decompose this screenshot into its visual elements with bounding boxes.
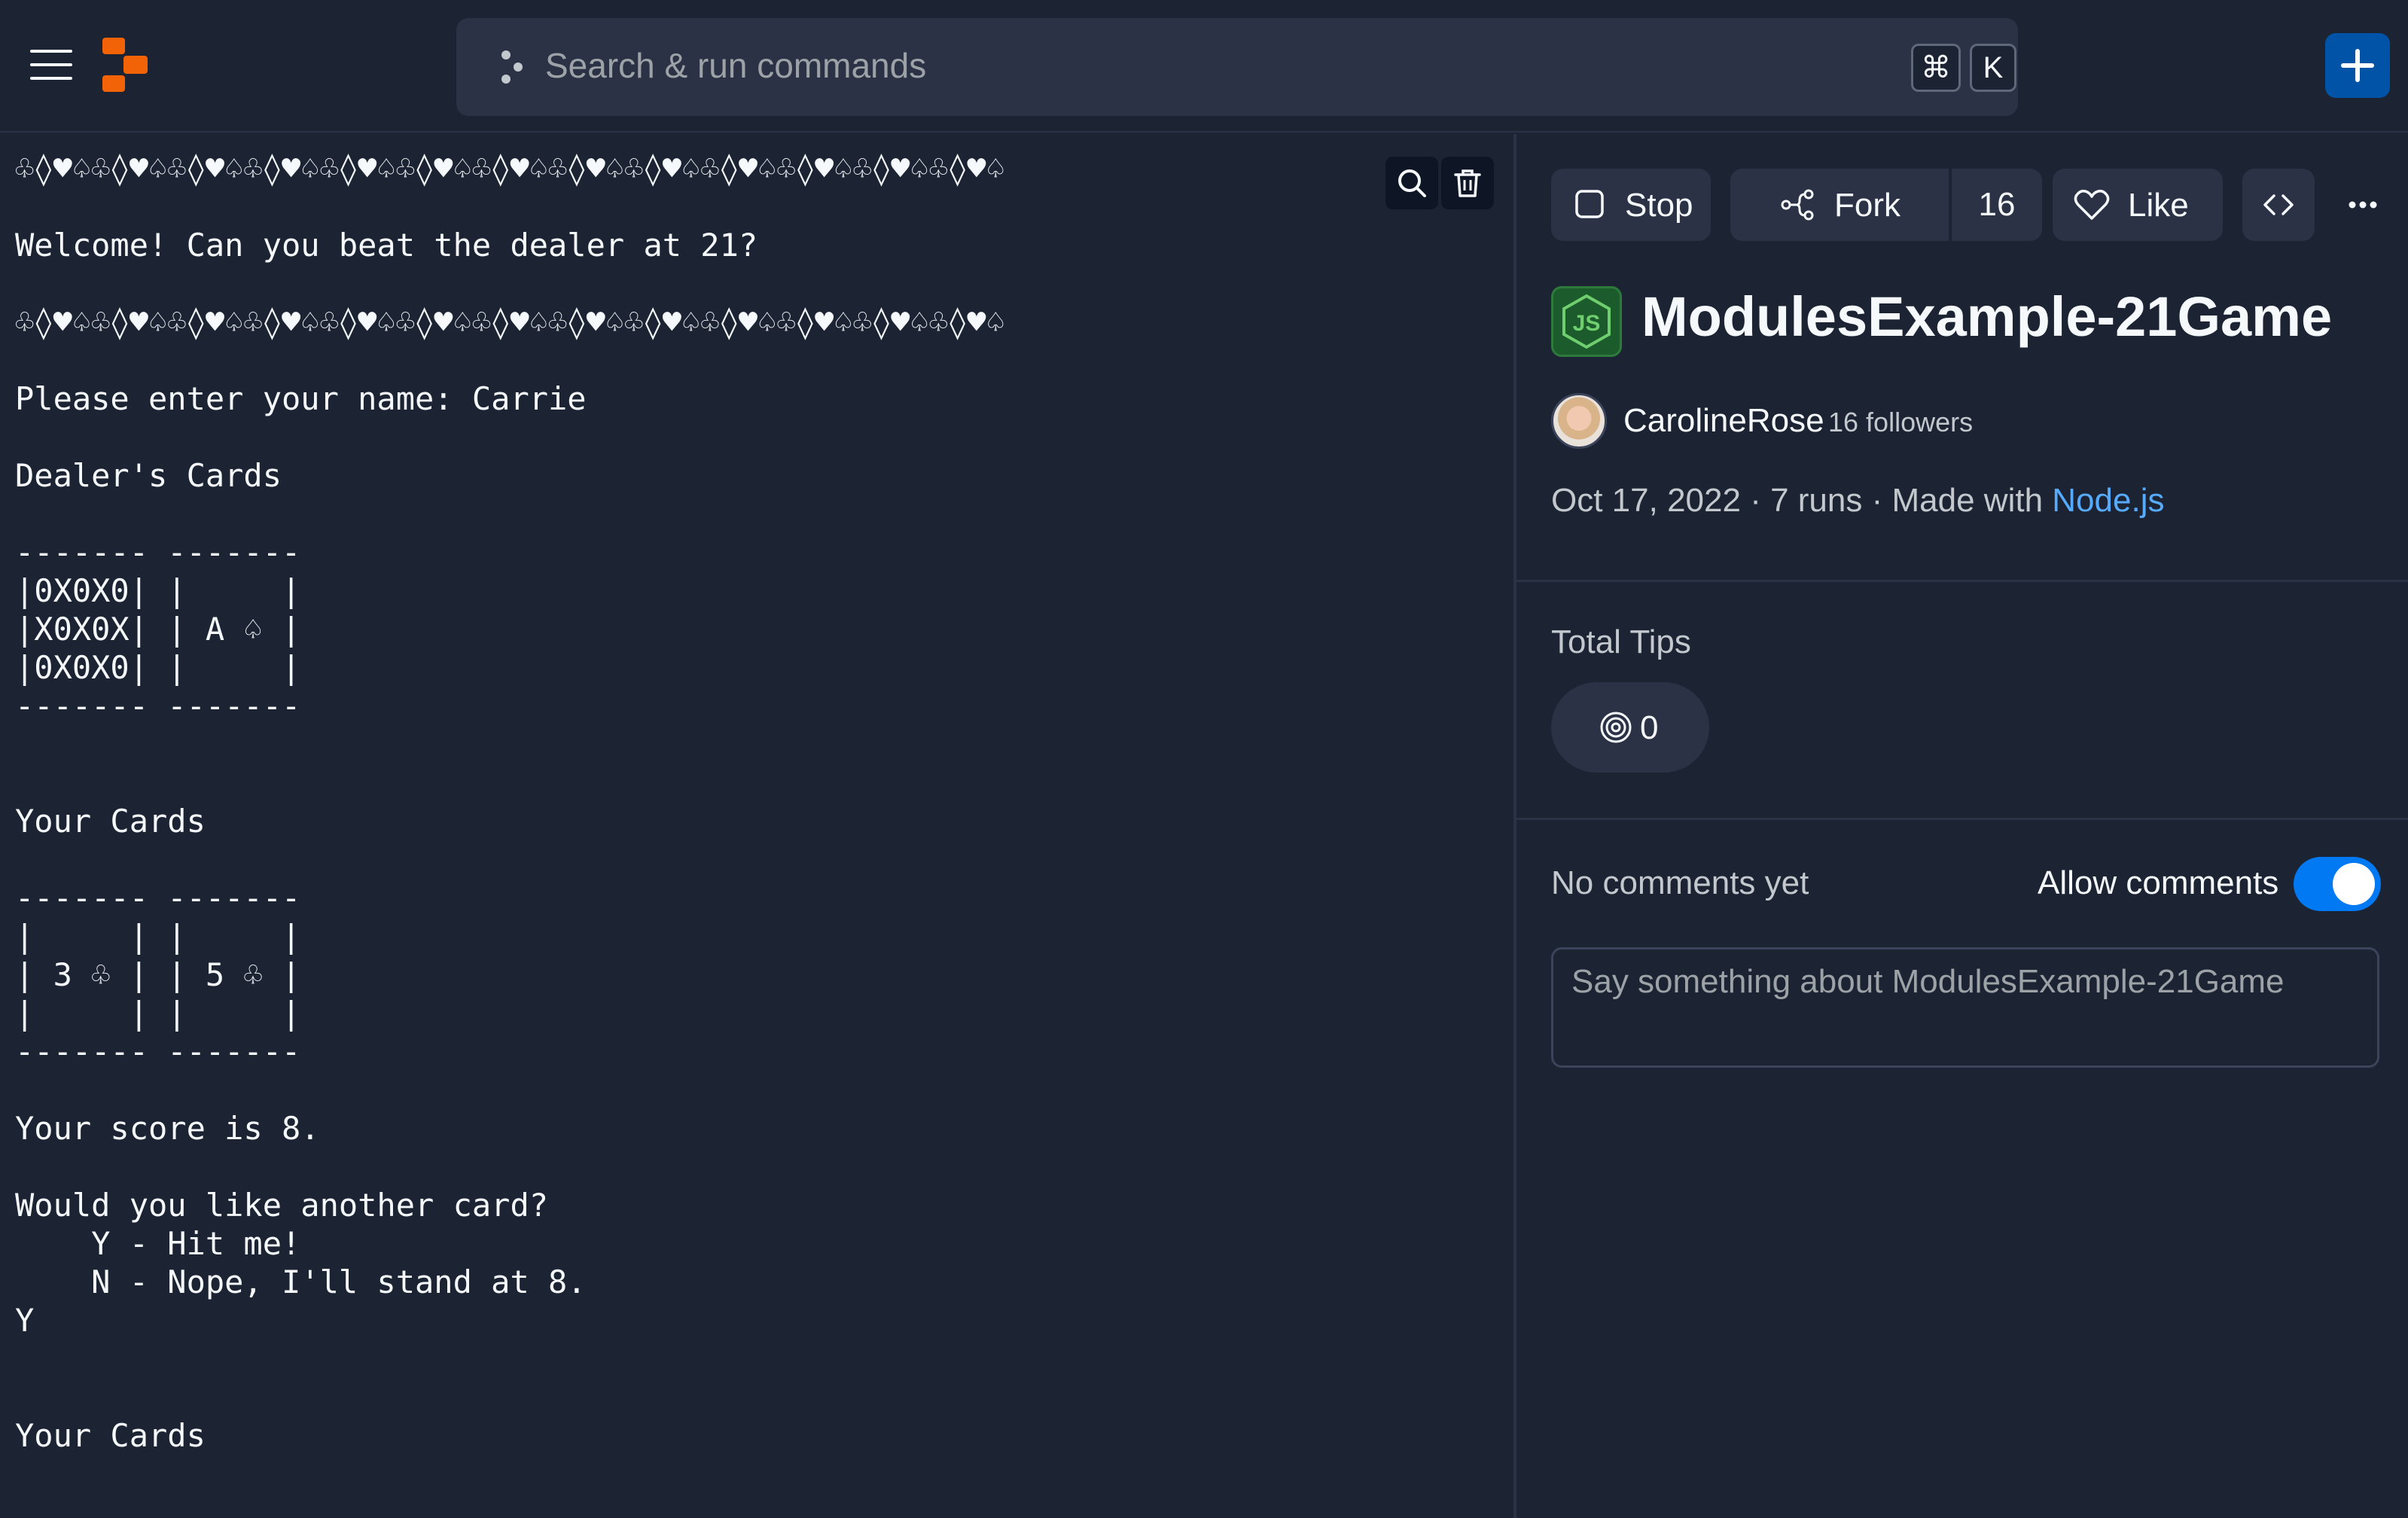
meta-separator: · (1871, 482, 1883, 519)
section-divider (1516, 818, 2408, 820)
tip-button[interactable]: 0 (1551, 682, 1709, 773)
repl-runs: 7 runs (1770, 482, 1863, 519)
replit-logo[interactable] (101, 36, 149, 93)
section-divider (1516, 580, 2408, 582)
top-bar: Search & run commands ⌘ K (0, 0, 2408, 133)
no-comments-text: No comments yet (1551, 864, 1809, 901)
svg-text:JS: JS (1573, 311, 1601, 336)
command-search-bar[interactable]: Search & run commands ⌘ K (456, 18, 2018, 116)
repl-title: ModulesExample-21Game (1641, 285, 2333, 348)
like-button[interactable]: Like (2053, 169, 2223, 241)
fork-icon (1781, 189, 1814, 221)
menu-icon[interactable] (30, 50, 72, 80)
meta-separator: · (1750, 482, 1761, 519)
clear-console-button[interactable] (1441, 157, 1494, 209)
console-output[interactable]: ♧◊♥♤♧◊♥♤♧◊♥♤♧◊♥♤♧◊♥♤♧◊♥♤♧◊♥♤♧◊♥♤♧◊♥♤♧◊♥♤… (0, 134, 1513, 1518)
more-options-icon[interactable] (2334, 181, 2391, 229)
fork-count[interactable]: 16 (1952, 169, 2042, 241)
search-icon (1398, 169, 1426, 197)
repl-meta: Oct 17, 2022 · 7 runs · Made with Node.j… (1551, 482, 2164, 520)
embed-code-button[interactable] (2242, 169, 2315, 241)
repl-info-panel: Stop Fork 16 Like JS ModulesExample-21Ga… (1516, 134, 2408, 1518)
like-label: Like (2128, 187, 2189, 224)
follower-count[interactable]: 16 followers (1828, 407, 1973, 438)
allow-comments-label: Allow comments (2038, 864, 2279, 901)
k-key-badge: K (1970, 44, 2016, 92)
command-key-icon: ⌘ (1911, 44, 1961, 92)
nodejs-icon: JS (1551, 286, 1622, 357)
console-text: ♧◊♥♤♧◊♥♤♧◊♥♤♧◊♥♤♧◊♥♤♧◊♥♤♧◊♥♤♧◊♥♤♧◊♥♤♧◊♥♤… (15, 150, 1005, 1454)
author-name-link[interactable]: CarolineRose (1623, 402, 1824, 440)
stop-square-icon (1575, 190, 1604, 218)
command-palette-icon (501, 50, 523, 84)
toggle-knob (2333, 863, 2375, 905)
create-repl-button[interactable] (2325, 33, 2390, 98)
stop-label: Stop (1625, 187, 1693, 224)
search-placeholder: Search & run commands (545, 46, 927, 85)
heart-icon (2074, 189, 2110, 220)
allow-comments-toggle[interactable] (2294, 857, 2381, 911)
tips-value: 0 (1640, 709, 1659, 746)
fork-label: Fork (1834, 187, 1900, 224)
made-with-label: Made with (1891, 482, 2044, 519)
total-tips-label: Total Tips (1551, 623, 1691, 660)
trash-icon (1454, 169, 1481, 197)
code-icon (2263, 194, 2294, 215)
comment-input[interactable] (1551, 947, 2379, 1068)
console-search-button[interactable] (1385, 157, 1438, 209)
language-link[interactable]: Node.js (2052, 482, 2164, 519)
stop-button[interactable]: Stop (1551, 169, 1711, 241)
repl-date: Oct 17, 2022 (1551, 482, 1741, 519)
cycles-spiral-icon (1600, 712, 1632, 743)
plus-icon (2341, 49, 2374, 82)
fork-button[interactable]: Fork (1730, 169, 1949, 241)
author-avatar[interactable] (1551, 393, 1607, 449)
